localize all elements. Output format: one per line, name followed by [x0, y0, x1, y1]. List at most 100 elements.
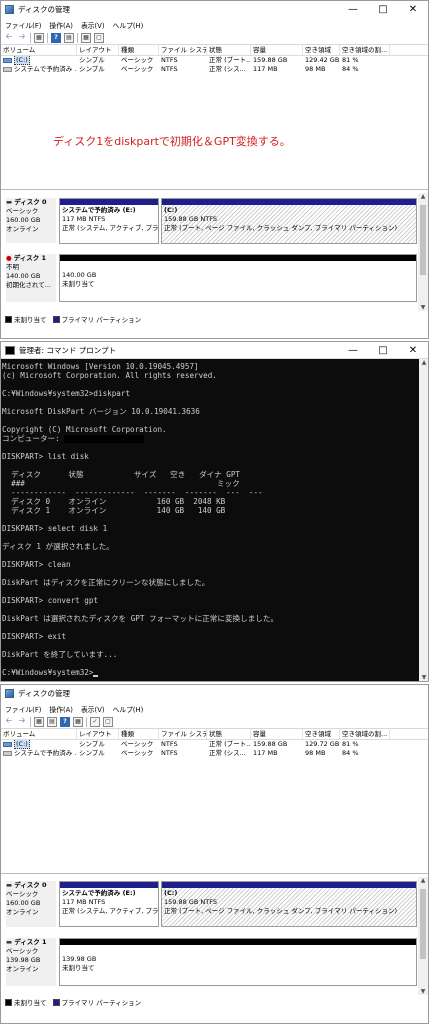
disk-management-icon: [5, 5, 14, 14]
menu-action[interactable]: 操作(A): [49, 704, 73, 714]
col-free[interactable]: 空き領域: [303, 45, 340, 55]
disk-1-info[interactable]: ▬ ディスク 1 ベーシック 139.98 GB オンライン: [6, 938, 56, 986]
menu-file[interactable]: ファイル(F): [5, 20, 41, 30]
cmd-maximize-button[interactable]: □: [368, 342, 398, 359]
menu-help[interactable]: ヘルプ(H): [113, 704, 144, 714]
partition-c[interactable]: (C:) 159.88 GB NTFS 正常 (ブート, ページ ファイル, クラッ…: [161, 198, 417, 244]
col-volume[interactable]: ボリューム: [1, 45, 77, 55]
menu-bar: ファイル(F) 操作(A) 表示(V) ヘルプ(H): [1, 702, 428, 715]
disk-management-window-before: ディスクの管理 — □ ✕ ファイル(F) 操作(A) 表示(V) ヘルプ(H)…: [0, 0, 429, 339]
console-line: ------------ ------------- ------- -----…: [2, 488, 263, 497]
console-tree-icon[interactable]: ▦: [34, 716, 44, 727]
console-line: ディスク 状態 サイズ 空き ダイナ GPT: [2, 470, 240, 479]
console-output[interactable]: Microsoft Windows [Version 10.0.19045.49…: [1, 359, 420, 681]
forward-arrow-icon[interactable]: 🡢: [17, 32, 27, 43]
view-icon[interactable]: ▢: [103, 716, 113, 727]
legend: 未割り当て プライマリ パーティション: [5, 314, 147, 324]
close-button[interactable]: ✕: [398, 1, 428, 18]
view-icon[interactable]: ▢: [94, 32, 104, 43]
cmd-minimize-button[interactable]: —: [338, 342, 368, 359]
settings-icon[interactable]: ▦: [73, 716, 83, 727]
cmd-close-button[interactable]: ✕: [398, 342, 428, 359]
command-prompt-window: 管理者: コマンド プロンプト — □ ✕ Microsoft Windows …: [0, 341, 429, 682]
volume-list-header: ボリューム レイアウト 種類 ファイル システム 状態 容量 空き領域 空き領域…: [1, 729, 428, 740]
console-line: DISKPART> exit: [2, 632, 67, 641]
partition-unallocated[interactable]: 140.00 GB 未割り当て: [59, 254, 417, 302]
volume-icon: [3, 66, 12, 72]
col-type[interactable]: 種類: [119, 729, 159, 739]
console-tree-icon[interactable]: ▦: [34, 32, 44, 43]
col-free[interactable]: 空き領域: [303, 729, 340, 739]
properties-icon[interactable]: ▤: [47, 716, 57, 727]
menu-help[interactable]: ヘルプ(H): [113, 20, 144, 30]
console-line: ### ミック: [2, 479, 240, 488]
maximize-button[interactable]: □: [368, 1, 398, 18]
forward-arrow-icon[interactable]: 🡢: [17, 716, 27, 727]
col-free-percent[interactable]: 空き領域の割...: [340, 729, 390, 739]
col-filesystem[interactable]: ファイル システム: [159, 729, 207, 739]
menu-action[interactable]: 操作(A): [49, 20, 73, 30]
partition-unallocated[interactable]: 139.98 GB 未割り当て: [59, 938, 417, 986]
console-line: DISKPART> convert gpt: [2, 596, 99, 605]
settings-icon[interactable]: ▦: [81, 32, 91, 43]
help-icon[interactable]: ?: [60, 716, 70, 727]
col-layout[interactable]: レイアウト: [77, 729, 119, 739]
col-filesystem[interactable]: ファイル システム: [159, 45, 207, 55]
console-line: C:¥Windows¥system32>: [2, 668, 420, 677]
back-arrow-icon[interactable]: 🡠: [4, 716, 14, 727]
table-row[interactable]: システムで予約済み ... シンプル ベーシック NTFS 正常 (シス... 117…: [1, 65, 428, 74]
menu-view[interactable]: 表示(V): [81, 20, 105, 30]
disk-0-info[interactable]: ▬ ディスク 0 ベーシック 160.00 GB オンライン: [6, 198, 56, 243]
table-row[interactable]: (C:) シンプル ベーシック NTFS 正常 (ブート... 159.88 GB 12…: [1, 56, 428, 65]
legend-unallocated-swatch: [5, 315, 12, 323]
table-row[interactable]: システムで予約済み ... シンプル ベーシック NTFS 正常 (シス... 117…: [1, 749, 428, 758]
menu-file[interactable]: ファイル(F): [5, 704, 41, 714]
minimize-button[interactable]: —: [338, 1, 368, 18]
cmd-icon: [5, 345, 15, 355]
col-layout[interactable]: レイアウト: [77, 45, 119, 55]
properties-icon[interactable]: ▤: [64, 32, 74, 43]
disk-1-info[interactable]: ● ディスク 1 不明 140.00 GB 初期化されて...: [6, 254, 56, 302]
toolbar: 🡠 🡢 ▦ ▤ ? ▦ ✓ ▢: [1, 715, 428, 729]
menu-bar: ファイル(F) 操作(A) 表示(V) ヘルプ(H): [1, 18, 428, 31]
console-line: ディスク 1 が選択されました。: [2, 542, 114, 551]
partition-c[interactable]: (C:) 159.88 GB NTFS 正常 (ブート, ページ ファイル, クラッ…: [161, 881, 417, 927]
partition-system-reserved[interactable]: システムで予約済み (E:) 117 MB NTFS 正常 (システム, アクティブ…: [59, 198, 159, 244]
col-status[interactable]: 状態: [207, 45, 251, 55]
volume-list-header: ボリューム レイアウト 種類 ファイル システム 状態 容量 空き領域 空き領域…: [1, 45, 428, 56]
col-capacity[interactable]: 容量: [251, 45, 303, 55]
menu-view[interactable]: 表示(V): [81, 704, 105, 714]
check-icon[interactable]: ✓: [90, 716, 100, 727]
col-type[interactable]: 種類: [119, 45, 159, 55]
console-line: DiskPart は選択されたディスクを GPT フォーマットに正常に変換しまし…: [2, 614, 279, 623]
col-capacity[interactable]: 容量: [251, 729, 303, 739]
table-row[interactable]: (C:) シンプル ベーシック NTFS 正常 (ブート... 159.88 GB 12…: [1, 740, 428, 749]
console-line: (c) Microsoft Corporation. All rights re…: [2, 371, 217, 380]
redacted-computer-name: [64, 435, 145, 443]
col-status[interactable]: 状態: [207, 729, 251, 739]
graph-scrollbar[interactable]: ▲ ▼: [418, 877, 428, 995]
cmd-title-bar[interactable]: 管理者: コマンド プロンプト — □ ✕: [1, 342, 428, 359]
title-bar[interactable]: ディスクの管理: [1, 685, 428, 702]
title-bar[interactable]: ディスクの管理 — □ ✕: [1, 1, 428, 18]
col-free-percent[interactable]: 空き領域の割...: [340, 45, 390, 55]
annotation-note: ディスク1をdiskpartで初期化＆GPT変換する。: [53, 135, 291, 148]
graph-scrollbar[interactable]: ▲ ▼: [418, 193, 428, 311]
back-arrow-icon[interactable]: 🡠: [4, 32, 14, 43]
console-line: Microsoft DiskPart バージョン 10.0.19041.3636: [2, 407, 200, 416]
volume-icon: [3, 57, 12, 63]
disk-0-info[interactable]: ▬ ディスク 0 ベーシック 160.00 GB オンライン: [6, 881, 56, 927]
partition-system-reserved[interactable]: システムで予約済み (E:) 117 MB NTFS 正常 (システム, アクティブ…: [59, 881, 159, 927]
volume-icon: [3, 741, 12, 747]
cmd-scrollbar[interactable]: ▲ ▼: [419, 359, 428, 681]
col-volume[interactable]: ボリューム: [1, 729, 77, 739]
help-icon[interactable]: ?: [51, 32, 61, 43]
